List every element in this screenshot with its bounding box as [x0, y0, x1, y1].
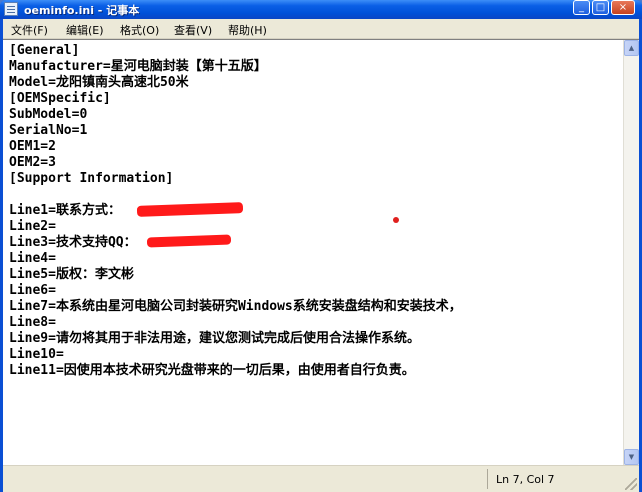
text-line: OEM2=3: [9, 155, 56, 170]
menu-view[interactable]: 查看(V): [174, 22, 212, 38]
text-line: SerialNo=1: [9, 123, 88, 138]
status-divider: [487, 469, 488, 489]
notepad-window: oeminfo.ini - 记事本 _ □ × 文件(F) 编辑(E) 格式(O…: [0, 0, 642, 492]
menu-format[interactable]: 格式(O): [120, 22, 159, 38]
text-line: Line6=: [9, 283, 56, 298]
vertical-scrollbar[interactable]: ▲ ▼: [623, 40, 639, 465]
text-line: Line1=联系方式：: [9, 203, 121, 218]
text-line: Line11=因使用本技术研究光盘带来的一切后果，由使用者自行负责。: [9, 363, 415, 378]
text-line: [9, 187, 619, 203]
text-line: SubModel=0: [9, 107, 88, 122]
text-line: [Support Information]: [9, 171, 174, 186]
scroll-up-arrow-icon[interactable]: ▲: [624, 40, 639, 56]
title-bar[interactable]: oeminfo.ini - 记事本 _ □ ×: [0, 0, 642, 19]
text-line: [General]: [9, 43, 80, 58]
menu-bar: 文件(F) 编辑(E) 格式(O) 查看(V) 帮助(H): [3, 19, 639, 39]
cursor-position: Ln 7, Col 7: [496, 473, 555, 486]
minimize-button[interactable]: _: [573, 0, 590, 15]
text-line: Line2=: [9, 219, 56, 234]
status-bar: Ln 7, Col 7: [3, 465, 639, 492]
close-button[interactable]: ×: [611, 0, 635, 15]
document-text[interactable]: [General] Manufacturer=星河电脑封装【第十五版】 Mode…: [9, 43, 619, 463]
text-line: Line7=本系统由星河电脑公司封装研究Windows系统安装盘结构和安装技术，: [9, 299, 462, 314]
notepad-icon[interactable]: [4, 2, 18, 16]
menu-help[interactable]: 帮助(H): [228, 22, 267, 38]
scroll-down-arrow-icon[interactable]: ▼: [624, 449, 639, 465]
text-line: Line9=请勿将其用于非法用途，建议您测试完成后使用合法操作系统。: [9, 331, 420, 346]
text-line: Line10=: [9, 347, 64, 362]
text-line: Line5=版权：李文彬: [9, 267, 134, 282]
text-editor[interactable]: [General] Manufacturer=星河电脑封装【第十五版】 Mode…: [3, 39, 639, 465]
red-dot-mark: [393, 217, 399, 223]
text-line: Model=龙阳镇南头高速北50米: [9, 75, 189, 90]
window-title: oeminfo.ini - 记事本: [24, 4, 140, 17]
menu-file[interactable]: 文件(F): [11, 22, 48, 38]
text-line: Line8=: [9, 315, 56, 330]
text-line: Line4=: [9, 251, 56, 266]
text-line: Line3=技术支持QQ：: [9, 235, 137, 250]
text-line: OEM1=2: [9, 139, 56, 154]
maximize-button[interactable]: □: [592, 0, 609, 15]
menu-edit[interactable]: 编辑(E): [66, 22, 104, 38]
text-line: Manufacturer=星河电脑封装【第十五版】: [9, 59, 267, 74]
resize-grip-icon[interactable]: [625, 478, 637, 490]
text-line: [OEMSpecific]: [9, 91, 111, 106]
